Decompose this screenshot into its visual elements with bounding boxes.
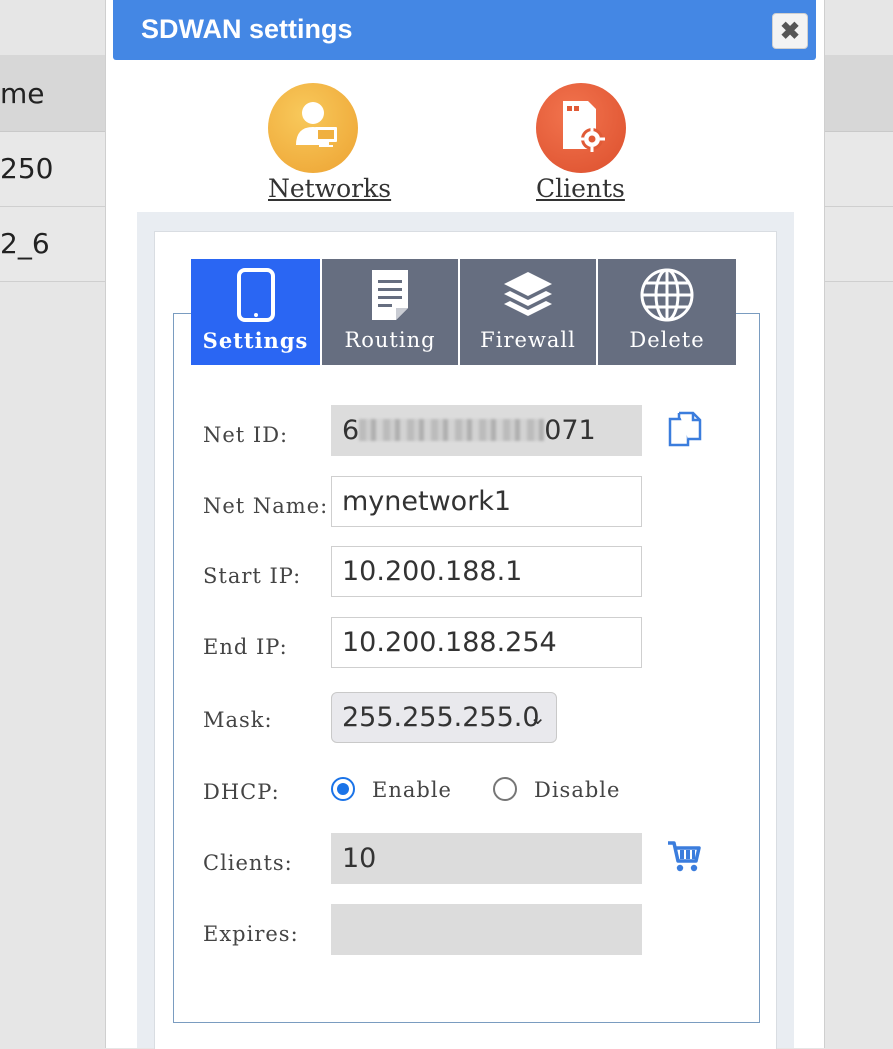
close-icon: ✖ xyxy=(779,17,801,45)
end-ip-input[interactable]: 10.200.188.254 xyxy=(331,617,642,668)
dialog-title: SDWAN settings xyxy=(141,14,353,44)
expires-label: Expires: xyxy=(203,922,299,946)
mask-select[interactable]: 255.255.255.0 ⌄ xyxy=(331,692,557,743)
tab-routing[interactable]: Routing xyxy=(322,259,460,365)
tab-label: Routing xyxy=(344,328,436,352)
tab-bar: Settings Routing Firewall Delete xyxy=(191,259,736,365)
redacted-net-id xyxy=(359,419,545,441)
tab-delete[interactable]: Delete xyxy=(598,259,736,365)
document-icon xyxy=(368,267,412,323)
dhcp-label: DHCP: xyxy=(203,780,280,804)
net-id-suffix: 071 xyxy=(544,415,596,446)
layers-icon xyxy=(500,267,556,323)
net-id-field[interactable]: 6 071 xyxy=(331,405,642,456)
start-ip-label: Start IP: xyxy=(203,564,302,588)
dhcp-enable-label[interactable]: Enable xyxy=(372,778,452,802)
tab-label: Settings xyxy=(202,328,309,353)
dhcp-enable-radio[interactable] xyxy=(331,777,355,801)
copy-icon[interactable] xyxy=(666,410,704,453)
dialog-titlebar: SDWAN settings ✖ xyxy=(113,0,816,60)
dhcp-disable-radio[interactable] xyxy=(493,777,517,801)
end-ip-label: End IP: xyxy=(203,635,288,659)
tab-label: Firewall xyxy=(480,328,576,352)
globe-icon xyxy=(639,267,695,323)
net-name-input[interactable]: mynetwork1 xyxy=(331,476,642,527)
clients-link[interactable]: Clients xyxy=(536,174,625,203)
clients-label: Clients: xyxy=(203,851,293,875)
sdwan-settings-dialog: SDWAN settings ✖ Networks Clients Settin… xyxy=(105,0,825,1049)
net-id-label: Net ID: xyxy=(203,423,289,447)
clients-field[interactable]: 10 xyxy=(331,833,642,884)
mask-value: 255.255.255.0 xyxy=(342,702,540,733)
dhcp-disable-label[interactable]: Disable xyxy=(534,778,620,802)
phone-icon xyxy=(236,267,276,323)
tab-label: Delete xyxy=(629,328,705,352)
close-button[interactable]: ✖ xyxy=(772,13,808,49)
expires-field[interactable] xyxy=(331,904,642,955)
cart-icon[interactable] xyxy=(666,838,702,879)
networks-link[interactable]: Networks xyxy=(268,174,391,203)
background-header-text: me xyxy=(0,77,45,110)
net-name-label: Net Name: xyxy=(203,494,329,518)
clients-icon[interactable] xyxy=(536,83,626,173)
chevron-down-icon: ⌄ xyxy=(529,705,546,729)
mask-label: Mask: xyxy=(203,708,273,732)
background-row-text: 2_6 xyxy=(0,227,50,260)
net-id-prefix: 6 xyxy=(342,415,360,446)
start-ip-input[interactable]: 10.200.188.1 xyxy=(331,546,642,597)
networks-icon[interactable] xyxy=(268,83,358,173)
tab-firewall[interactable]: Firewall xyxy=(460,259,598,365)
background-row-text: 250 xyxy=(0,152,54,185)
tab-settings[interactable]: Settings xyxy=(191,259,322,365)
